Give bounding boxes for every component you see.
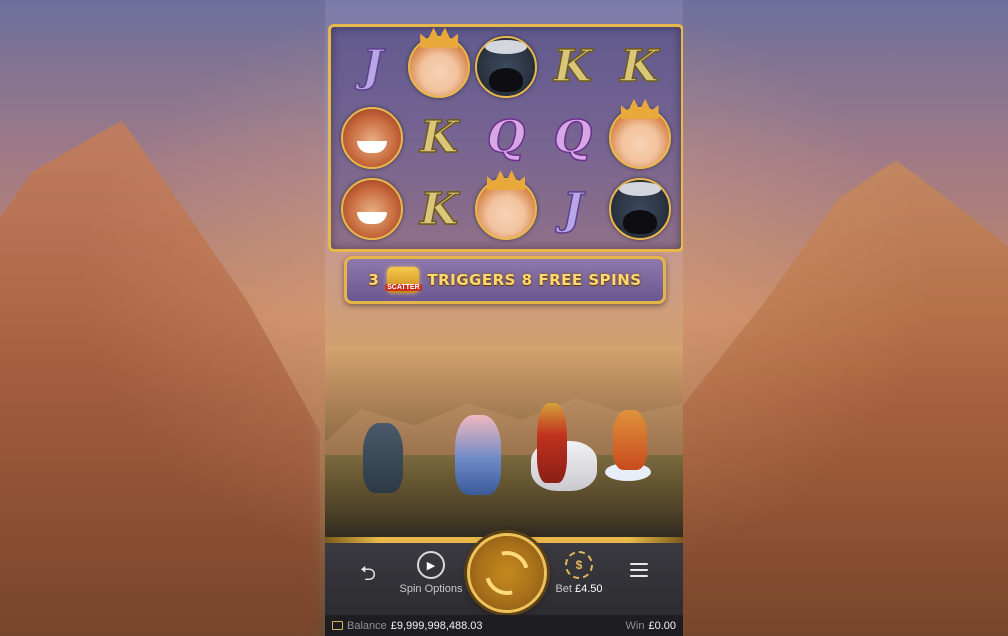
symbol-sandy-icon: [474, 35, 537, 98]
reel-cell: [473, 174, 540, 245]
symbol-q: Q: [486, 112, 526, 165]
character-monk: [537, 403, 567, 483]
status-bar: Balance £9,999,998,488.03 Win £0.00: [325, 615, 683, 636]
symbol-monkey-icon: [341, 178, 404, 241]
feature-banner: 3 SCATTER TRIGGERS 8 FREE SPINS: [344, 256, 666, 304]
bet-label-group: Bet £4.50: [555, 583, 602, 595]
spin-icon: [476, 542, 538, 604]
symbol-j: J: [562, 183, 584, 236]
menu-button[interactable]: [627, 563, 651, 587]
spin-options-button[interactable]: ▶ Spin Options: [391, 551, 471, 595]
win-group: Win £0.00: [626, 620, 676, 632]
balance-value: £9,999,998,488.03: [390, 619, 483, 632]
reel-cell: [606, 174, 673, 245]
symbol-sandy-icon: [608, 178, 671, 241]
reel-grid: JKKKQQKJ: [339, 31, 673, 245]
reel-cell: K: [539, 31, 606, 102]
banner-count: 3: [368, 271, 380, 289]
reel-cell: [606, 102, 673, 173]
bet-label: Bet: [555, 583, 572, 595]
spin-options-label: Spin Options: [399, 583, 463, 595]
symbol-king-icon: [608, 106, 671, 169]
character-monkey-king: [613, 410, 647, 470]
coin-icon: $: [565, 551, 593, 579]
symbol-monkey-icon: [341, 106, 404, 169]
reel-cell: J: [339, 31, 406, 102]
undo-button[interactable]: ⮌: [353, 561, 383, 591]
reel-cell: [473, 31, 540, 102]
symbol-king-icon: [474, 178, 537, 241]
reel-cell: Q: [473, 102, 540, 173]
reel-cell: K: [406, 174, 473, 245]
character-pigsy: [455, 415, 501, 495]
bet-value: £4.50: [575, 583, 603, 595]
reel-cell: [339, 102, 406, 173]
symbol-king-icon: [408, 35, 471, 98]
reel-frame: JKKKQQKJ: [328, 24, 683, 252]
undo-icon: ⮌: [359, 563, 377, 585]
reel-cell: [339, 174, 406, 245]
reel-cell: Q: [539, 102, 606, 173]
win-value: £0.00: [648, 619, 676, 632]
symbol-k: K: [419, 183, 459, 236]
scatter-label: SCATTER: [385, 284, 422, 291]
game-viewport: JKKKQQKJ 3 SCATTER TRIGGERS 8 FREE SPINS…: [325, 0, 683, 636]
play-icon: ▶: [417, 551, 445, 579]
spin-button[interactable]: [467, 533, 547, 613]
bet-button[interactable]: $ Bet £4.50: [547, 551, 611, 595]
banner-text: TRIGGERS 8 FREE SPINS: [427, 271, 642, 289]
symbol-k: K: [419, 112, 459, 165]
reel-cell: J: [539, 174, 606, 245]
character-sandy: [363, 423, 403, 493]
symbol-q: Q: [553, 112, 593, 165]
balance-label: Balance: [347, 619, 387, 632]
reel-cell: K: [406, 102, 473, 173]
symbol-k: K: [553, 40, 593, 93]
balance-group: Balance £9,999,998,488.03: [332, 620, 483, 632]
scene-illustration: [325, 305, 683, 537]
reel-cell: [406, 31, 473, 102]
symbol-k: K: [620, 40, 660, 93]
scatter-icon: SCATTER: [385, 267, 422, 293]
menu-icon: [630, 563, 648, 577]
symbol-j: J: [361, 40, 383, 93]
win-label: Win: [625, 619, 645, 632]
reel-cell: K: [606, 31, 673, 102]
wallet-icon: [332, 621, 343, 630]
